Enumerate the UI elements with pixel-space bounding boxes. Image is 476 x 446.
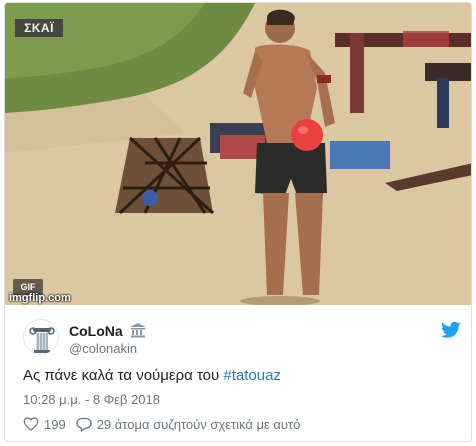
watermark-text: imgflip.com [9,292,71,304]
reply-action[interactable]: 29 άτομα συζητούν σχετικά με αυτό [76,416,301,432]
tweet-text: Ας πάνε καλά τα νούμερα του #tatouaz [23,367,281,384]
channel-logo: ΣΚΑΪ [15,19,63,37]
heart-icon [23,417,39,431]
like-action[interactable]: 199 [23,417,66,432]
tweet-actions: 199 29 άτομα συζητούν σχετικά με αυτό [23,415,310,433]
avatar[interactable] [23,319,59,355]
twitter-bird-icon[interactable] [441,321,461,339]
like-count: 199 [44,416,66,432]
hashtag-link[interactable]: #tatouaz [223,367,281,384]
tweet-header: CoLoNa @colonakin [23,317,463,357]
speech-bubble-icon [76,417,92,432]
tweet-text-body: Ας πάνε καλά τα νούμερα του [23,367,224,384]
handle[interactable]: @colonakin [69,341,137,356]
reply-text: 29 άτομα συζητούν σχετικά με αυτό [96,416,301,432]
timestamp[interactable]: 10:28 μ.μ. - 8 Φεβ 2018 [23,392,160,407]
display-name[interactable]: CoLoNa [69,323,123,339]
video-still [5,3,471,305]
ionic-column-icon [24,320,58,354]
tweet-media-gif[interactable]: ΣΚΑΪ GIF imgflip.com [5,3,471,305]
tweet-card[interactable]: ΣΚΑΪ GIF imgflip.com CoLoNa @colonakin Α… [4,2,472,442]
classical-building-emoji [130,323,146,338]
